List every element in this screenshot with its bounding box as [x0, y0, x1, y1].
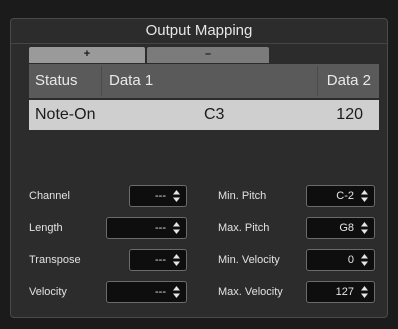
min-pitch-spinbox[interactable]: C-2	[306, 185, 375, 207]
remove-mapping-button[interactable]: –	[147, 47, 269, 63]
transpose-spinbox[interactable]: ---	[129, 249, 187, 271]
transpose-value: ---	[155, 254, 166, 266]
cell-data1: C3	[204, 106, 225, 123]
up-down-arrows-icon[interactable]	[360, 189, 369, 203]
mapping-table: Status Data 1 Data 2 Note-On C3 120	[29, 64, 379, 130]
length-label: Length	[29, 222, 63, 234]
up-down-arrows-icon[interactable]	[360, 285, 369, 299]
column-header-data1[interactable]: Data 1	[109, 64, 153, 98]
length-spinbox[interactable]: ---	[106, 217, 187, 239]
min-velocity-label: Min. Velocity	[218, 254, 280, 266]
table-header: Status Data 1 Data 2	[29, 64, 379, 98]
panel-title: Output Mapping	[11, 19, 387, 44]
cell-data2: 120	[336, 106, 363, 123]
max-pitch-label: Max. Pitch	[218, 222, 270, 234]
max-velocity-value: 127	[335, 286, 354, 298]
channel-label: Channel	[29, 190, 70, 202]
cell-status: Note-On	[35, 106, 96, 123]
min-velocity-spinbox[interactable]: 0	[306, 249, 375, 271]
transpose-label: Transpose	[29, 254, 81, 266]
velocity-spinbox[interactable]: ---	[106, 281, 187, 303]
up-down-arrows-icon[interactable]	[172, 189, 181, 203]
max-pitch-spinbox[interactable]: G8	[306, 217, 375, 239]
channel-spinbox[interactable]: ---	[129, 185, 187, 207]
add-mapping-button[interactable]: +	[29, 47, 145, 63]
up-down-arrows-icon[interactable]	[172, 253, 181, 267]
min-pitch-label: Min. Pitch	[218, 190, 267, 202]
length-value: ---	[155, 222, 166, 234]
up-down-arrows-icon[interactable]	[360, 253, 369, 267]
max-pitch-value: G8	[339, 222, 354, 234]
max-velocity-label: Max. Velocity	[218, 286, 283, 298]
table-row[interactable]: Note-On C3 120	[29, 100, 379, 130]
up-down-arrows-icon[interactable]	[172, 221, 181, 235]
velocity-value: ---	[155, 286, 166, 298]
min-pitch-value: C-2	[336, 190, 354, 202]
add-remove-tabs: + –	[29, 47, 269, 63]
column-header-data2[interactable]: Data 2	[327, 64, 371, 98]
velocity-label: Velocity	[29, 286, 67, 298]
column-separator	[101, 66, 102, 96]
up-down-arrows-icon[interactable]	[360, 221, 369, 235]
column-header-status[interactable]: Status	[35, 64, 78, 98]
min-velocity-value: 0	[347, 254, 354, 266]
column-separator	[317, 66, 318, 96]
max-velocity-spinbox[interactable]: 127	[306, 281, 375, 303]
channel-value: ---	[155, 190, 166, 202]
up-down-arrows-icon[interactable]	[172, 285, 181, 299]
output-mapping-panel: Output Mapping + – Status Data 1 Data 2 …	[10, 18, 388, 318]
